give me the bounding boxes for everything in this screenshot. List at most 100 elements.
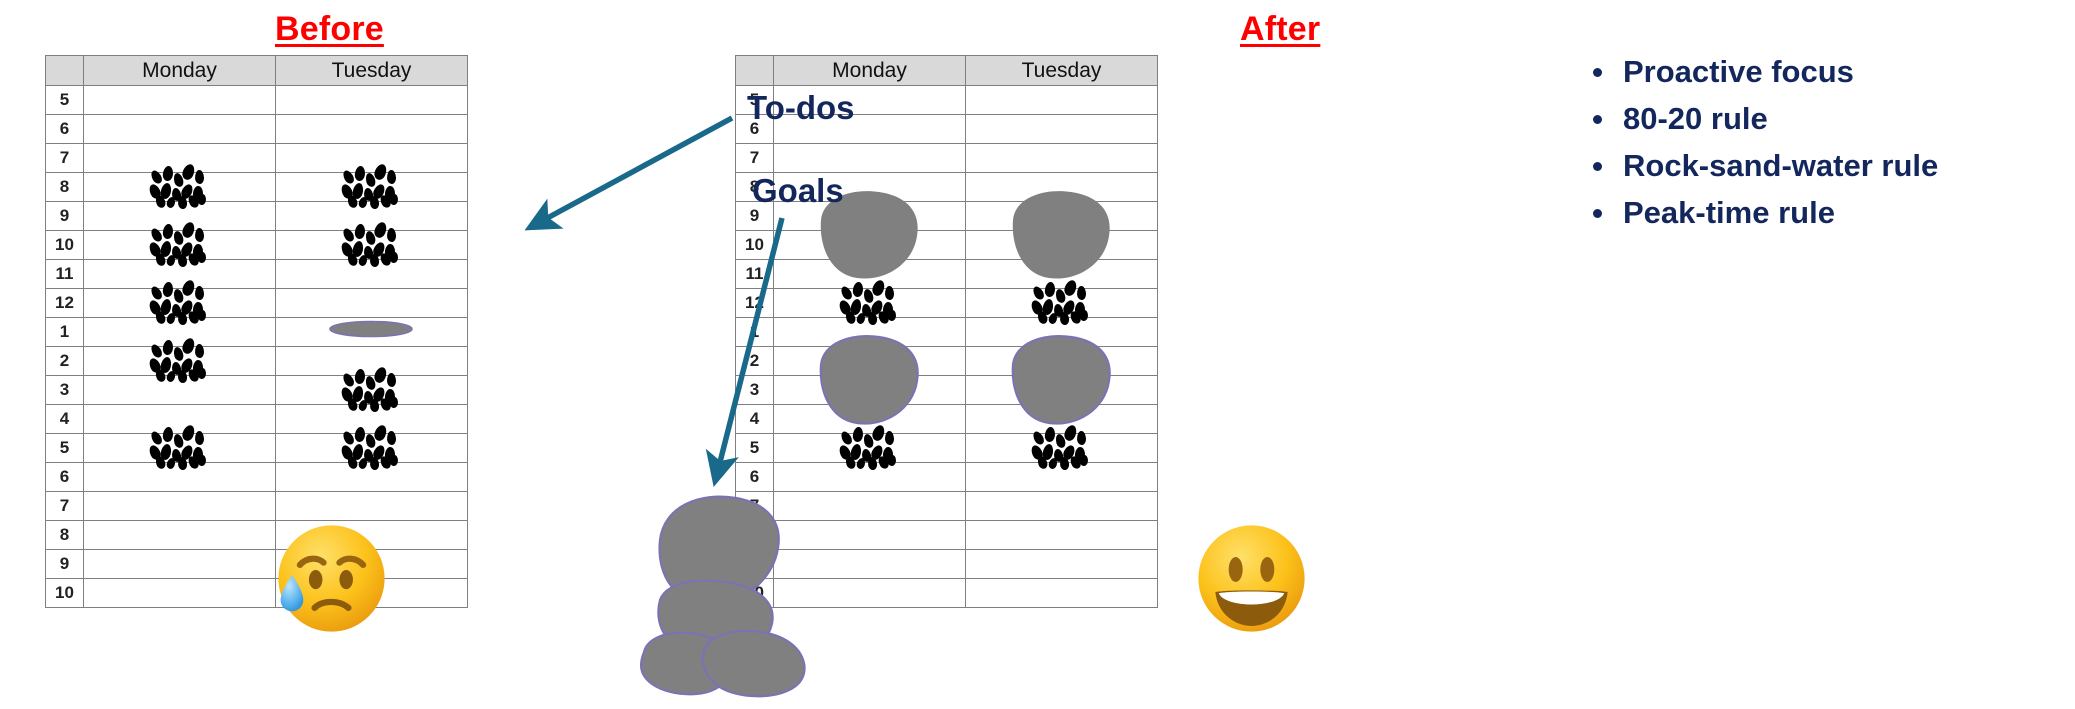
slot-after-tuesday-8[interactable] [965,317,1158,347]
slot-before-tuesday-4[interactable] [275,201,468,231]
slot-after-tuesday-14[interactable] [965,491,1158,521]
slot-before-monday-13[interactable] [83,462,276,492]
slot-before-monday-8[interactable] [83,317,276,347]
slot-before-tuesday-0[interactable] [275,85,468,115]
slot-after-tuesday-5[interactable] [965,230,1158,260]
hour-label: 1 [45,317,84,347]
slot-before-tuesday-13[interactable] [275,462,468,492]
slot-after-monday-6[interactable] [773,259,966,289]
slot-after-tuesday-11[interactable] [965,404,1158,434]
slide-canvas: Before After Monday Tuesday 5 6 7 8 9 10 11 12 1… [0,0,2075,709]
table-row: 5 [45,433,468,463]
hour-label: 7 [735,143,774,173]
slot-before-monday-17[interactable] [83,578,276,608]
slot-after-monday-2[interactable] [773,143,966,173]
slot-before-monday-1[interactable] [83,114,276,144]
slot-before-tuesday-9[interactable] [275,346,468,376]
slot-before-tuesday-3[interactable] [275,172,468,202]
slot-after-tuesday-16[interactable] [965,549,1158,579]
slot-after-tuesday-6[interactable] [965,259,1158,289]
table-row: 1 [735,317,1158,347]
hour-label: 5 [45,85,84,115]
slot-before-monday-0[interactable] [83,85,276,115]
slot-after-monday-7[interactable] [773,288,966,318]
hour-label: 3 [45,375,84,405]
hour-label: 5 [45,433,84,463]
table-row: 4 [735,404,1158,434]
table-row: 12 [45,288,468,318]
slot-before-monday-3[interactable] [83,172,276,202]
slot-before-tuesday-7[interactable] [275,288,468,318]
slot-before-monday-11[interactable] [83,404,276,434]
slot-after-monday-12[interactable] [773,433,966,463]
slot-before-monday-16[interactable] [83,549,276,579]
callout-label-todos: To-dos [747,89,855,126]
slot-after-tuesday-15[interactable] [965,520,1158,550]
slot-before-tuesday-5[interactable] [275,230,468,260]
grinning-face-emoji [1195,522,1308,635]
slot-before-monday-2[interactable] [83,143,276,173]
page-title-after: After [1240,10,1321,48]
slot-before-tuesday-10[interactable] [275,375,468,405]
hour-label: 2 [735,346,774,376]
table-row: 6 [45,462,468,492]
slot-after-tuesday-4[interactable] [965,201,1158,231]
column-header-tuesday: Tuesday [965,55,1158,86]
table-row: 10 [735,230,1158,260]
table-corner-cell [45,55,84,86]
slot-before-tuesday-14[interactable] [275,491,468,521]
slot-after-tuesday-3[interactable] [965,172,1158,202]
table-row: 1 [45,317,468,347]
slot-after-tuesday-12[interactable] [965,433,1158,463]
slot-before-monday-12[interactable] [83,433,276,463]
hour-label: 4 [45,404,84,434]
slot-after-tuesday-2[interactable] [965,143,1158,173]
slot-after-tuesday-10[interactable] [965,375,1158,405]
hour-label: 11 [735,259,774,289]
slot-before-tuesday-1[interactable] [275,114,468,144]
slot-after-tuesday-13[interactable] [965,462,1158,492]
slot-after-tuesday-17[interactable] [965,578,1158,608]
slot-before-monday-15[interactable] [83,520,276,550]
table-header-row: Monday Tuesday [735,55,1158,86]
slot-before-monday-5[interactable] [83,230,276,260]
slot-after-tuesday-0[interactable] [965,85,1158,115]
slot-before-tuesday-12[interactable] [275,433,468,463]
slot-after-tuesday-9[interactable] [965,346,1158,376]
slot-after-monday-10[interactable] [773,375,966,405]
table-row: 5 [45,85,468,115]
hour-label: 11 [45,259,84,289]
table-row: 10 [45,230,468,260]
schedule-table-before: Monday Tuesday 5 6 7 8 9 10 11 12 1 2 3 4 5 6 7 8 9 10 [45,55,468,608]
goals-rock-pile [630,480,820,698]
table-row: 7 [45,491,468,521]
hour-label: 9 [45,201,84,231]
hour-label: 12 [735,288,774,318]
table-row: 10 [45,578,468,608]
slot-before-monday-14[interactable] [83,491,276,521]
rock-bottom-right [701,629,806,698]
table-row: 7 [735,143,1158,173]
table-row: 9 [45,201,468,231]
table-row: 4 [45,404,468,434]
slot-after-monday-11[interactable] [773,404,966,434]
slot-before-monday-10[interactable] [83,375,276,405]
slot-before-tuesday-6[interactable] [275,259,468,289]
slot-before-tuesday-2[interactable] [275,143,468,173]
slot-before-tuesday-11[interactable] [275,404,468,434]
slot-before-monday-4[interactable] [83,201,276,231]
slot-before-monday-6[interactable] [83,259,276,289]
slot-after-monday-9[interactable] [773,346,966,376]
slot-after-monday-8[interactable] [773,317,966,347]
table-row: 6 [45,114,468,144]
slot-after-tuesday-7[interactable] [965,288,1158,318]
slot-after-tuesday-1[interactable] [965,114,1158,144]
hour-label: 9 [45,549,84,579]
slot-before-monday-9[interactable] [83,346,276,376]
slot-after-monday-5[interactable] [773,230,966,260]
bullet-item: Proactive focus [1585,48,2055,95]
hour-label: 7 [45,491,84,521]
slot-before-monday-7[interactable] [83,288,276,318]
slot-before-tuesday-8[interactable] [275,317,468,347]
table-row: 12 [735,288,1158,318]
